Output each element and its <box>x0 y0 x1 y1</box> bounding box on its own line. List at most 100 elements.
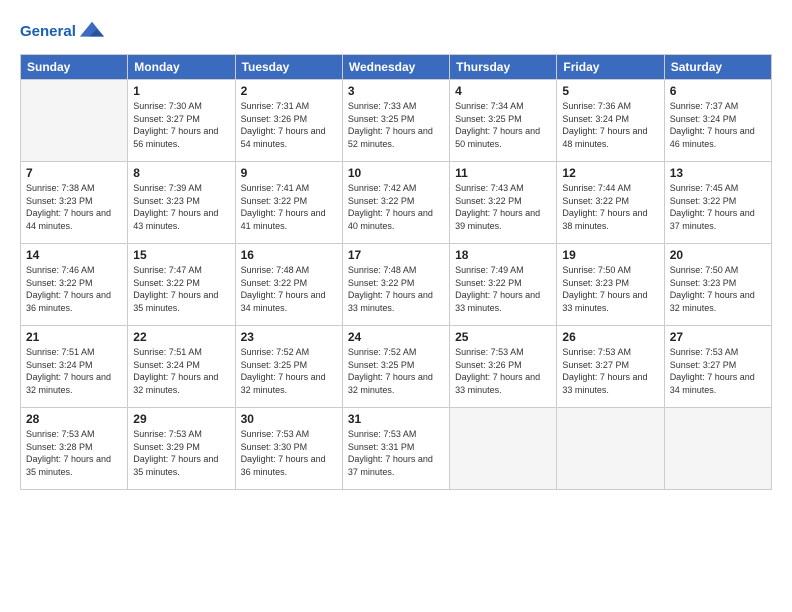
cell-info: Sunrise: 7:33 AMSunset: 3:25 PMDaylight:… <box>348 100 444 150</box>
day-number: 17 <box>348 248 444 262</box>
calendar-cell: 31Sunrise: 7:53 AMSunset: 3:31 PMDayligh… <box>342 408 449 490</box>
logo-text: General <box>20 24 76 41</box>
cell-info: Sunrise: 7:42 AMSunset: 3:22 PMDaylight:… <box>348 182 444 232</box>
logo: General <box>20 18 106 46</box>
calendar-week-row: 21 Sunrise: 7:51 AMSunset: 3:24 PMDayligh… <box>21 326 772 408</box>
cell-info: Sunrise: 7:36 AMSunset: 3:24 PMDaylight:… <box>562 100 658 150</box>
weekday-header: Monday <box>128 55 235 80</box>
cell-info: Sunrise: 7:48 AMSunset: 3:22 PMDaylight:… <box>348 264 444 314</box>
calendar-week-row: 1 Sunrise: 7:30 AMSunset: 3:27 PMDaylight… <box>21 80 772 162</box>
cell-info: Sunrise: 7:49 AMSunset: 3:22 PMDaylight:… <box>455 264 551 314</box>
day-number: 1 <box>133 84 229 98</box>
weekday-header: Friday <box>557 55 664 80</box>
calendar-cell: 14Sunrise: 7:46 AMSunset: 3:22 PMDayligh… <box>21 244 128 326</box>
cell-info: Sunrise: 7:51 AMSunset: 3:24 PMDaylight:… <box>133 346 229 396</box>
calendar-cell: 16Sunrise: 7:48 AMSunset: 3:22 PMDayligh… <box>235 244 342 326</box>
calendar-cell: 18 Sunrise: 7:49 AMSunset: 3:22 PMDayligh… <box>450 244 557 326</box>
cell-info: Sunrise: 7:45 AMSunset: 3:22 PMDaylight:… <box>670 182 766 232</box>
calendar-cell: 20 Sunrise: 7:50 AMSunset: 3:23 PMDayligh… <box>664 244 771 326</box>
cell-info: Sunrise: 7:44 AMSunset: 3:22 PMDaylight:… <box>562 182 658 232</box>
calendar-cell: 29Sunrise: 7:53 AMSunset: 3:29 PMDayligh… <box>128 408 235 490</box>
page: General SundayMondayTuesdayWednesdayThur… <box>0 0 792 612</box>
calendar-cell: 2 Sunrise: 7:31 AMSunset: 3:26 PMDaylight… <box>235 80 342 162</box>
calendar-cell: 15 Sunrise: 7:47 AMSunset: 3:22 PMDayligh… <box>128 244 235 326</box>
calendar-cell: 5 Sunrise: 7:36 AMSunset: 3:24 PMDaylight… <box>557 80 664 162</box>
weekday-header: Tuesday <box>235 55 342 80</box>
cell-info: Sunrise: 7:50 AMSunset: 3:23 PMDaylight:… <box>562 264 658 314</box>
day-number: 21 <box>26 330 122 344</box>
calendar-week-row: 28Sunrise: 7:53 AMSunset: 3:28 PMDayligh… <box>21 408 772 490</box>
cell-info: Sunrise: 7:53 AMSunset: 3:27 PMDaylight:… <box>670 346 766 396</box>
day-number: 31 <box>348 412 444 426</box>
calendar-cell: 13 Sunrise: 7:45 AMSunset: 3:22 PMDayligh… <box>664 162 771 244</box>
calendar-week-row: 7Sunrise: 7:38 AMSunset: 3:23 PMDaylight… <box>21 162 772 244</box>
cell-info: Sunrise: 7:37 AMSunset: 3:24 PMDaylight:… <box>670 100 766 150</box>
calendar-cell: 24 Sunrise: 7:52 AMSunset: 3:25 PMDayligh… <box>342 326 449 408</box>
calendar-cell <box>557 408 664 490</box>
day-number: 8 <box>133 166 229 180</box>
cell-info: Sunrise: 7:43 AMSunset: 3:22 PMDaylight:… <box>455 182 551 232</box>
calendar-cell: 9 Sunrise: 7:41 AMSunset: 3:22 PMDaylight… <box>235 162 342 244</box>
day-number: 2 <box>241 84 337 98</box>
day-number: 27 <box>670 330 766 344</box>
day-number: 13 <box>670 166 766 180</box>
calendar-cell: 23 Sunrise: 7:52 AMSunset: 3:25 PMDayligh… <box>235 326 342 408</box>
header: General <box>20 18 772 46</box>
calendar-cell: 4Sunrise: 7:34 AMSunset: 3:25 PMDaylight… <box>450 80 557 162</box>
day-number: 20 <box>670 248 766 262</box>
calendar-cell: 8 Sunrise: 7:39 AMSunset: 3:23 PMDaylight… <box>128 162 235 244</box>
day-number: 11 <box>455 166 551 180</box>
calendar-cell: 22Sunrise: 7:51 AMSunset: 3:24 PMDayligh… <box>128 326 235 408</box>
cell-info: Sunrise: 7:52 AMSunset: 3:25 PMDaylight:… <box>241 346 337 396</box>
day-number: 3 <box>348 84 444 98</box>
calendar-cell: 27 Sunrise: 7:53 AMSunset: 3:27 PMDayligh… <box>664 326 771 408</box>
day-number: 12 <box>562 166 658 180</box>
calendar-cell: 6 Sunrise: 7:37 AMSunset: 3:24 PMDaylight… <box>664 80 771 162</box>
calendar-cell: 10 Sunrise: 7:42 AMSunset: 3:22 PMDayligh… <box>342 162 449 244</box>
day-number: 6 <box>670 84 766 98</box>
cell-info: Sunrise: 7:51 AMSunset: 3:24 PMDaylight:… <box>26 346 122 396</box>
day-number: 10 <box>348 166 444 180</box>
day-number: 9 <box>241 166 337 180</box>
cell-info: Sunrise: 7:47 AMSunset: 3:22 PMDaylight:… <box>133 264 229 314</box>
day-number: 25 <box>455 330 551 344</box>
day-number: 7 <box>26 166 122 180</box>
weekday-header: Saturday <box>664 55 771 80</box>
cell-info: Sunrise: 7:50 AMSunset: 3:23 PMDaylight:… <box>670 264 766 314</box>
cell-info: Sunrise: 7:30 AMSunset: 3:27 PMDaylight:… <box>133 100 229 150</box>
weekday-header: Sunday <box>21 55 128 80</box>
weekday-header: Wednesday <box>342 55 449 80</box>
cell-info: Sunrise: 7:48 AMSunset: 3:22 PMDaylight:… <box>241 264 337 314</box>
cell-info: Sunrise: 7:53 AMSunset: 3:27 PMDaylight:… <box>562 346 658 396</box>
calendar-week-row: 14Sunrise: 7:46 AMSunset: 3:22 PMDayligh… <box>21 244 772 326</box>
cell-info: Sunrise: 7:31 AMSunset: 3:26 PMDaylight:… <box>241 100 337 150</box>
cell-info: Sunrise: 7:52 AMSunset: 3:25 PMDaylight:… <box>348 346 444 396</box>
calendar-cell: 12 Sunrise: 7:44 AMSunset: 3:22 PMDayligh… <box>557 162 664 244</box>
cell-info: Sunrise: 7:53 AMSunset: 3:26 PMDaylight:… <box>455 346 551 396</box>
calendar-cell: 11 Sunrise: 7:43 AMSunset: 3:22 PMDayligh… <box>450 162 557 244</box>
day-number: 23 <box>241 330 337 344</box>
calendar-header-row: SundayMondayTuesdayWednesdayThursdayFrid… <box>21 55 772 80</box>
cell-info: Sunrise: 7:39 AMSunset: 3:23 PMDaylight:… <box>133 182 229 232</box>
cell-info: Sunrise: 7:41 AMSunset: 3:22 PMDaylight:… <box>241 182 337 232</box>
day-number: 5 <box>562 84 658 98</box>
calendar-cell: 7Sunrise: 7:38 AMSunset: 3:23 PMDaylight… <box>21 162 128 244</box>
calendar-cell <box>450 408 557 490</box>
calendar-cell: 1 Sunrise: 7:30 AMSunset: 3:27 PMDaylight… <box>128 80 235 162</box>
calendar-cell: 19 Sunrise: 7:50 AMSunset: 3:23 PMDayligh… <box>557 244 664 326</box>
day-number: 29 <box>133 412 229 426</box>
day-number: 24 <box>348 330 444 344</box>
calendar-cell: 25 Sunrise: 7:53 AMSunset: 3:26 PMDayligh… <box>450 326 557 408</box>
calendar: SundayMondayTuesdayWednesdayThursdayFrid… <box>20 54 772 490</box>
cell-info: Sunrise: 7:34 AMSunset: 3:25 PMDaylight:… <box>455 100 551 150</box>
cell-info: Sunrise: 7:53 AMSunset: 3:30 PMDaylight:… <box>241 428 337 478</box>
day-number: 18 <box>455 248 551 262</box>
cell-info: Sunrise: 7:46 AMSunset: 3:22 PMDaylight:… <box>26 264 122 314</box>
calendar-cell: 26 Sunrise: 7:53 AMSunset: 3:27 PMDayligh… <box>557 326 664 408</box>
day-number: 26 <box>562 330 658 344</box>
day-number: 19 <box>562 248 658 262</box>
calendar-cell <box>21 80 128 162</box>
weekday-header: Thursday <box>450 55 557 80</box>
calendar-cell: 21 Sunrise: 7:51 AMSunset: 3:24 PMDayligh… <box>21 326 128 408</box>
day-number: 15 <box>133 248 229 262</box>
